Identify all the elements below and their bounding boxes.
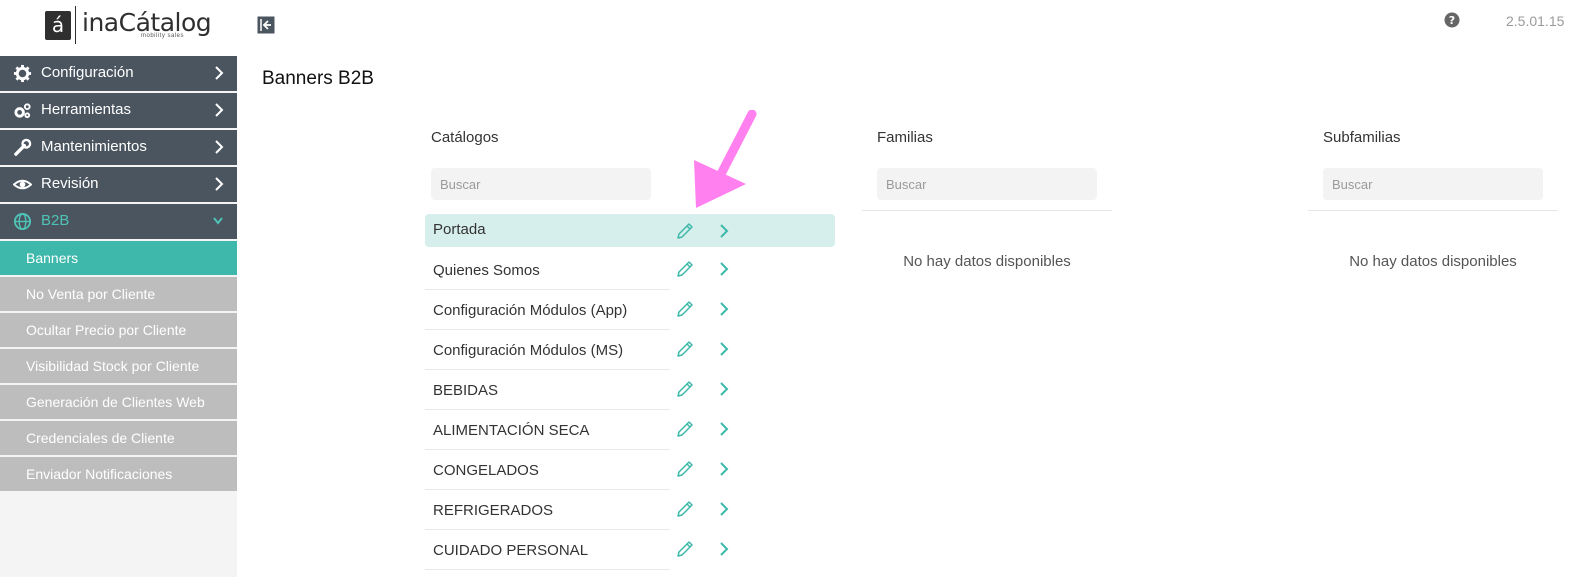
pencil-icon[interactable] [675, 221, 695, 241]
catalog-row-label: Configuración Módulos (App) [433, 302, 628, 319]
pencil-icon[interactable] [675, 379, 695, 399]
catalog-row-label: Quienes Somos [433, 262, 540, 279]
svg-text:?: ? [1449, 14, 1455, 27]
logo: á inaCátalog mobility sales [0, 0, 237, 56]
catalog-row-label: ALIMENTACIÓN SECA [433, 422, 590, 439]
catalog-row-label: CUIDADO PERSONAL [433, 542, 589, 559]
chevron-right-icon [215, 103, 224, 117]
chevron-right-icon[interactable] [718, 340, 730, 358]
pencil-icon[interactable] [675, 299, 695, 319]
chevron-right-icon[interactable] [718, 500, 730, 518]
gear-icon [13, 64, 32, 83]
familias-empty-message: No hay datos disponibles [903, 253, 1071, 270]
chevron-right-icon [215, 177, 224, 191]
subfamilias-divider [1308, 210, 1558, 211]
catalog-row[interactable]: Portada [425, 214, 835, 247]
subfamilias-title: Subfamilias [1323, 129, 1401, 146]
sidebar-item-revision[interactable]: Revisión [0, 167, 237, 202]
globe-icon [13, 212, 32, 231]
familias-divider [862, 210, 1112, 211]
catalog-row[interactable]: Configuración Módulos (MS) [425, 330, 835, 370]
submenu-item-visibilidad-stock[interactable]: Visibilidad Stock por Cliente [0, 349, 237, 383]
chevron-right-icon[interactable] [718, 420, 730, 438]
catalog-row-label: Configuración Módulos (MS) [433, 342, 624, 359]
pencil-icon[interactable] [675, 419, 695, 439]
logo-tagline: mobility sales [141, 33, 185, 39]
sidebar-item-herramientas[interactable]: Herramientas [0, 93, 237, 128]
help-icon[interactable]: ? [1444, 12, 1460, 28]
wrench-icon [14, 138, 32, 156]
chevron-right-icon[interactable] [718, 380, 730, 398]
sidebar-item-label: B2B [41, 212, 70, 229]
subfamilias-search-input[interactable] [1323, 168, 1543, 200]
submenu-item-enviador[interactable]: Enviador Notificaciones [0, 457, 237, 491]
collapse-sidebar-icon[interactable] [257, 16, 275, 34]
pencil-icon[interactable] [675, 259, 695, 279]
catalogos-title: Catálogos [431, 129, 499, 146]
catalog-row-label: REFRIGERADOS [433, 502, 554, 519]
catalog-row[interactable]: CONGELADOS [425, 450, 835, 490]
catalog-row[interactable]: BEBIDAS [425, 370, 835, 410]
pencil-icon[interactable] [675, 459, 695, 479]
catalog-row[interactable]: Configuración Módulos (App) [425, 290, 835, 330]
catalog-row-label: BEBIDAS [433, 382, 499, 399]
annotation-arrow-icon [694, 110, 757, 208]
sidebar-item-mantenimientos[interactable]: Mantenimientos [0, 130, 237, 165]
catalogos-search-input[interactable] [431, 168, 651, 200]
submenu-item-ocultar-precio[interactable]: Ocultar Precio por Cliente [0, 313, 237, 347]
catalog-row[interactable]: CUIDADO PERSONAL [425, 530, 835, 570]
sidebar-item-b2b[interactable]: B2B [0, 204, 237, 239]
pencil-icon[interactable] [675, 339, 695, 359]
chevron-right-icon [215, 140, 224, 154]
sidebar: á inaCátalog mobility sales Configuració… [0, 0, 237, 577]
gears-icon [14, 103, 31, 119]
submenu-item-no-venta[interactable]: No Venta por Cliente [0, 277, 237, 311]
submenu-item-banners[interactable]: Banners [0, 241, 237, 275]
sidebar-item-label: Configuración [41, 64, 134, 81]
catalog-row-label: Portada [433, 221, 486, 238]
pencil-icon[interactable] [675, 539, 695, 559]
catalog-row[interactable]: Quienes Somos [425, 250, 835, 290]
chevron-right-icon[interactable] [718, 222, 730, 240]
sidebar-item-label: Herramientas [41, 101, 132, 118]
subfamilias-empty-message: No hay datos disponibles [1349, 253, 1517, 270]
logo-separator [75, 6, 76, 44]
submenu-item-generacion-clientes[interactable]: Generación de Clientes Web [0, 385, 237, 419]
app-root: á inaCátalog mobility sales Configuració… [0, 0, 1585, 577]
app-version: 2.5.01.15 [1506, 13, 1565, 29]
catalog-row[interactable]: ALIMENTACIÓN SECA [425, 410, 835, 450]
chevron-right-icon[interactable] [718, 460, 730, 478]
sidebar-item-configuracion[interactable]: Configuración [0, 56, 237, 91]
familias-search-input[interactable] [877, 168, 1097, 200]
pencil-icon[interactable] [675, 499, 695, 519]
catalog-row[interactable]: REFRIGERADOS [425, 490, 835, 530]
eye-icon [13, 179, 32, 190]
catalog-row-label: CONGELADOS [433, 462, 539, 479]
page-title: Banners B2B [262, 68, 374, 89]
sidebar-item-label: Mantenimientos [41, 138, 147, 155]
submenu-item-credenciales[interactable]: Credenciales de Cliente [0, 421, 237, 455]
chevron-right-icon [215, 66, 224, 80]
familias-title: Familias [877, 129, 933, 146]
chevron-right-icon[interactable] [718, 260, 730, 278]
logo-mark: á [45, 11, 71, 40]
chevron-right-icon[interactable] [718, 300, 730, 318]
chevron-down-icon [213, 217, 223, 225]
chevron-right-icon[interactable] [718, 540, 730, 558]
row-divider [425, 569, 670, 570]
sidebar-item-label: Revisión [41, 175, 99, 192]
